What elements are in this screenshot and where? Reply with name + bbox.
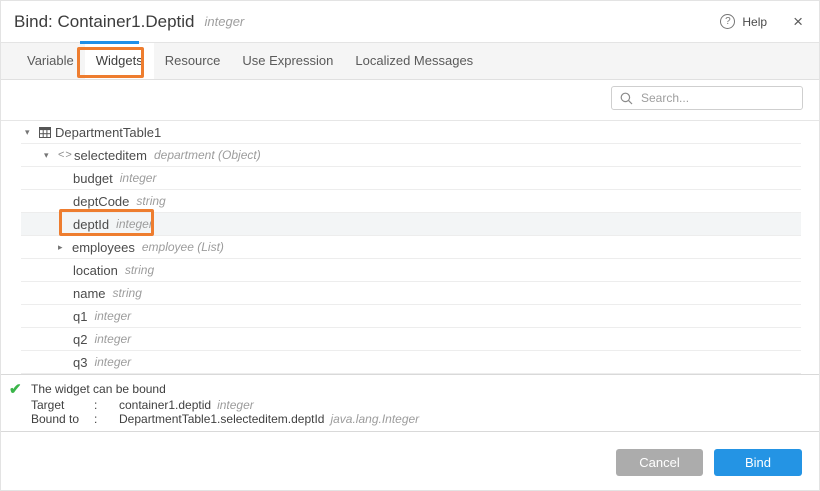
status-boundto-row: Bound to : DepartmentTable1.selecteditem… xyxy=(31,412,419,426)
tree-node-label: q2 xyxy=(73,332,87,347)
bind-button[interactable]: Bind xyxy=(714,449,802,476)
active-tab-indicator xyxy=(80,41,139,44)
status-boundto-value: DepartmentTable1.selecteditem.deptId xyxy=(119,412,324,426)
tree-node-type: department (Object) xyxy=(154,148,261,162)
dialog-title: Bind: Container1.Deptid xyxy=(14,12,195,32)
tree-node-type: string xyxy=(113,286,142,300)
tab-variable[interactable]: Variable xyxy=(16,43,85,79)
tree-row-budget[interactable]: budget integer xyxy=(21,167,801,190)
tree-node-label: location xyxy=(73,263,118,278)
tree-row-q1[interactable]: q1 integer xyxy=(21,305,801,328)
chevron-right-icon[interactable]: ▸ xyxy=(58,242,72,253)
tree-row-employees[interactable]: ▸ employees employee (List) xyxy=(21,236,801,259)
tree-node-label: q1 xyxy=(73,309,87,324)
tree-node-label: q3 xyxy=(73,355,87,370)
tab-localized-messages[interactable]: Localized Messages xyxy=(344,43,484,79)
tree-node-label: DepartmentTable1 xyxy=(55,125,161,140)
tab-use-expression[interactable]: Use Expression xyxy=(231,43,344,79)
status-boundto-label: Bound to xyxy=(31,412,94,426)
status-target-label: Target xyxy=(31,398,94,412)
tree-row-q3[interactable]: q3 integer xyxy=(21,351,801,374)
tree-node-type: string xyxy=(125,263,154,277)
help-icon[interactable]: ? xyxy=(720,14,735,29)
search-icon xyxy=(620,92,633,105)
status-message: The widget can be bound xyxy=(31,382,419,396)
dialog-header: Bind: Container1.Deptid integer ? Help × xyxy=(1,1,819,43)
tree-row-departmenttable1[interactable]: ▾ DepartmentTable1 xyxy=(21,121,801,144)
status-target-value: container1.deptid xyxy=(119,398,211,412)
dialog-title-type: integer xyxy=(205,14,245,29)
tree-node-type: employee (List) xyxy=(142,240,224,254)
close-icon[interactable]: × xyxy=(793,12,803,32)
cancel-button[interactable]: Cancel xyxy=(616,449,703,476)
tree-node-label: budget xyxy=(73,171,113,186)
tree-node-label: selecteditem xyxy=(74,148,147,163)
bind-dialog: { "dialog": { "title": "Bind: Container1… xyxy=(0,0,820,491)
tree-node-type: integer xyxy=(94,309,131,323)
tree-node-label: employees xyxy=(72,240,135,255)
status-boundto-type: java.lang.Integer xyxy=(330,412,419,426)
check-icon: ✔ xyxy=(9,382,31,431)
table-icon xyxy=(39,127,55,138)
tree-row-name[interactable]: name string xyxy=(21,282,801,305)
help-label[interactable]: Help xyxy=(742,15,767,29)
tree-node-type: integer xyxy=(94,355,131,369)
status-target-type: integer xyxy=(217,398,254,412)
tree-row-q2[interactable]: q2 integer xyxy=(21,328,801,351)
tree-row-location[interactable]: location string xyxy=(21,259,801,282)
search-box[interactable] xyxy=(611,86,803,110)
annotation-box-deptid-row xyxy=(59,209,154,236)
dialog-actions: Cancel Bind xyxy=(616,449,802,476)
object-icon: <> xyxy=(58,149,74,161)
tree-node-type: integer xyxy=(120,171,157,185)
status-colon: : xyxy=(94,412,119,426)
tree-row-selecteditem[interactable]: ▾ <> selecteditem department (Object) xyxy=(21,144,801,167)
tree-node-type: string xyxy=(136,194,165,208)
tab-resource[interactable]: Resource xyxy=(154,43,232,79)
tree-node-label: deptCode xyxy=(73,194,129,209)
status-target-row: Target : container1.deptid integer xyxy=(31,398,419,412)
status-colon: : xyxy=(94,398,119,412)
chevron-down-icon[interactable]: ▾ xyxy=(25,127,39,138)
tree-node-type: integer xyxy=(94,332,131,346)
widget-tree: ▾ DepartmentTable1 ▾ <> selecteditem dep… xyxy=(1,120,819,375)
header-actions: ? Help × xyxy=(720,12,803,32)
chevron-down-icon[interactable]: ▾ xyxy=(44,150,58,161)
search-input[interactable] xyxy=(639,90,798,106)
bind-status-panel: ✔ The widget can be bound Target : conta… xyxy=(1,375,819,432)
tree-node-label: name xyxy=(73,286,106,301)
status-lines: The widget can be bound Target : contain… xyxy=(31,382,419,431)
toolbar xyxy=(1,80,819,120)
annotation-box-widgets-tab xyxy=(77,47,144,78)
